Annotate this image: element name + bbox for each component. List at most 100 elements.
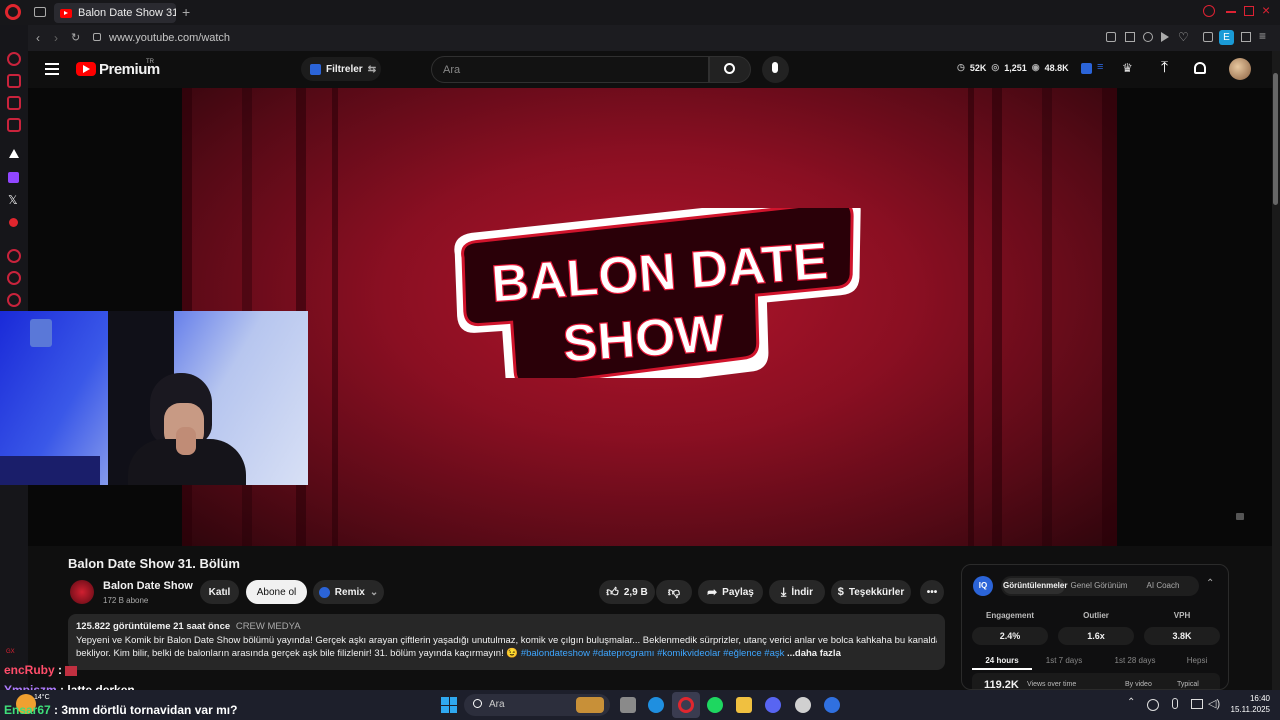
twitch-icon[interactable]: [8, 172, 19, 183]
pin-icon[interactable]: [1106, 32, 1116, 42]
vidiq-menu-icon[interactable]: ≡: [1097, 61, 1103, 73]
maximize-icon[interactable]: [1244, 6, 1254, 16]
mic-tray-icon[interactable]: [1172, 698, 1178, 709]
filter-button[interactable]: Filtreler ⇆: [301, 57, 381, 81]
hamburger-menu-icon[interactable]: [45, 63, 59, 65]
url-field[interactable]: www.youtube.com/watch: [109, 32, 230, 44]
address-bar: ‹ › ↻ www.youtube.com/watch ♡ E ≡: [28, 25, 1280, 51]
shopping-icon[interactable]: [7, 74, 21, 88]
aria-icon[interactable]: [7, 52, 21, 66]
like-count: 2,9 B: [623, 586, 648, 598]
search-input[interactable]: Ara: [431, 56, 709, 83]
dislike-button[interactable]: 👎︎: [656, 580, 692, 604]
music-icon[interactable]: [9, 218, 18, 227]
discord-icon[interactable]: [765, 697, 781, 713]
region-code: TR: [146, 59, 154, 65]
avatar[interactable]: [1229, 58, 1251, 80]
notes-icon[interactable]: [7, 118, 21, 132]
history-icon[interactable]: [7, 271, 21, 285]
task-view-icon[interactable]: [620, 697, 636, 713]
x-twitter-icon[interactable]: 𝕏: [8, 193, 18, 207]
remix-button[interactable]: Remix ⌄: [313, 580, 384, 604]
trophy-icon[interactable]: ♛: [1122, 61, 1133, 75]
heart-icon[interactable]: ♡: [1178, 30, 1189, 44]
range-28d[interactable]: 1st 28 days: [1102, 656, 1168, 665]
range-24h[interactable]: 24 hours: [972, 656, 1032, 670]
vidiq-icon: [310, 63, 321, 75]
taskbar-search[interactable]: Ara: [464, 694, 610, 716]
workspace-icon[interactable]: [34, 7, 46, 17]
tab-active[interactable]: Balon Date Show 31. Bölüm: [54, 3, 176, 23]
spotify-icon[interactable]: [707, 697, 723, 713]
forward-icon[interactable]: ›: [54, 31, 58, 45]
thanks-button[interactable]: $ Teşekkürler: [831, 580, 911, 604]
like-button[interactable]: 👍︎ 2,9 B: [599, 580, 655, 604]
collapse-icon[interactable]: ⌃: [1206, 578, 1214, 589]
opera-gx-icon: [678, 697, 694, 713]
youtube-logo-icon[interactable]: [76, 62, 96, 76]
new-tab-icon[interactable]: +: [182, 4, 190, 20]
settings-icon[interactable]: [7, 293, 21, 307]
chat-user: Ensar67: [4, 703, 51, 717]
sync-icon[interactable]: [1147, 699, 1159, 711]
snapshot-icon[interactable]: [1125, 32, 1135, 42]
webcam-overlay: [0, 311, 308, 485]
subscribe-button[interactable]: Abone ol: [246, 580, 307, 604]
menu-icon[interactable]: ≡: [1259, 29, 1266, 43]
close-window-icon[interactable]: ×: [1262, 2, 1270, 18]
show-more-link[interactable]: ...daha fazla: [787, 648, 841, 659]
page-scrollbar[interactable]: [1272, 51, 1280, 690]
reload-icon[interactable]: ↻: [71, 31, 80, 44]
tab-ai-coach[interactable]: AI Coach: [1133, 578, 1193, 594]
file-explorer-icon[interactable]: [736, 697, 752, 713]
channel-avatar[interactable]: [70, 580, 94, 604]
channel-name[interactable]: Balon Date Show: [103, 580, 193, 592]
scrollbar-thumb[interactable]: [1273, 73, 1278, 205]
extensions-icon[interactable]: [1203, 32, 1213, 42]
share-button[interactable]: ➦ Paylaş: [698, 580, 763, 604]
voice-search-button[interactable]: [762, 56, 789, 83]
search-tabs-icon[interactable]: [1203, 5, 1215, 17]
views-total: 119.2K: [984, 679, 1019, 690]
search-placeholder: Ara: [443, 64, 461, 76]
network-icon[interactable]: [1191, 699, 1203, 709]
messenger-icon[interactable]: [7, 96, 21, 110]
opera-logo-icon[interactable]: [5, 4, 21, 20]
edge-icon[interactable]: [648, 697, 664, 713]
vidiq-remix-icon: [318, 586, 330, 598]
clock[interactable]: 16:40 15.11.2025: [1226, 693, 1270, 715]
views-and-date: 125.822 görüntüleme 21 saat önce: [76, 621, 231, 632]
opera-taskbar-active[interactable]: [672, 692, 700, 718]
shield-icon[interactable]: [1143, 32, 1153, 42]
download-ext-icon[interactable]: [1241, 32, 1251, 42]
kick-icon[interactable]: [9, 149, 19, 158]
more-actions-button[interactable]: •••: [920, 580, 944, 604]
obs-icon[interactable]: [795, 697, 811, 713]
chat-line: Ensar67 : 3mm dörtlü tornavidan var mı?: [4, 703, 238, 717]
vidiq-panel-icon: IQ: [973, 576, 993, 596]
minimize-icon[interactable]: [1226, 11, 1236, 13]
legend-by-video: By video: [1125, 681, 1152, 688]
player-icon[interactable]: [7, 249, 21, 263]
app-icon[interactable]: [824, 697, 840, 713]
player-ext-icon[interactable]: [1161, 32, 1169, 42]
search-button[interactable]: [709, 56, 751, 83]
notifications-bell-icon[interactable]: [1194, 62, 1206, 74]
download-button[interactable]: ⤓ İndir: [769, 580, 825, 604]
clock-date: 15.11.2025: [1230, 705, 1270, 714]
search-highlight-icon: [576, 697, 604, 713]
volume-icon[interactable]: ◁): [1208, 697, 1220, 710]
windows-start-icon[interactable]: [441, 697, 457, 713]
eye-icon: ◎: [991, 62, 1000, 72]
join-button[interactable]: Katıl: [200, 580, 239, 604]
tab-overview[interactable]: Genel Görünüm: [1067, 578, 1131, 594]
range-7d[interactable]: 1st 7 days: [1034, 656, 1094, 665]
tray-chevron-icon[interactable]: ⌃: [1127, 697, 1135, 708]
back-icon[interactable]: ‹: [36, 31, 40, 45]
upload-icon[interactable]: ⤒: [1161, 59, 1168, 77]
vidiq-logo-icon[interactable]: [1081, 63, 1092, 74]
hashtag-links[interactable]: #balondateshow #dateprogramı #komikvideo…: [521, 648, 785, 659]
profile-e-icon[interactable]: E: [1219, 30, 1234, 45]
range-all[interactable]: Hepsi: [1172, 656, 1222, 665]
tab-views[interactable]: Görüntülenmeler: [1003, 578, 1067, 594]
